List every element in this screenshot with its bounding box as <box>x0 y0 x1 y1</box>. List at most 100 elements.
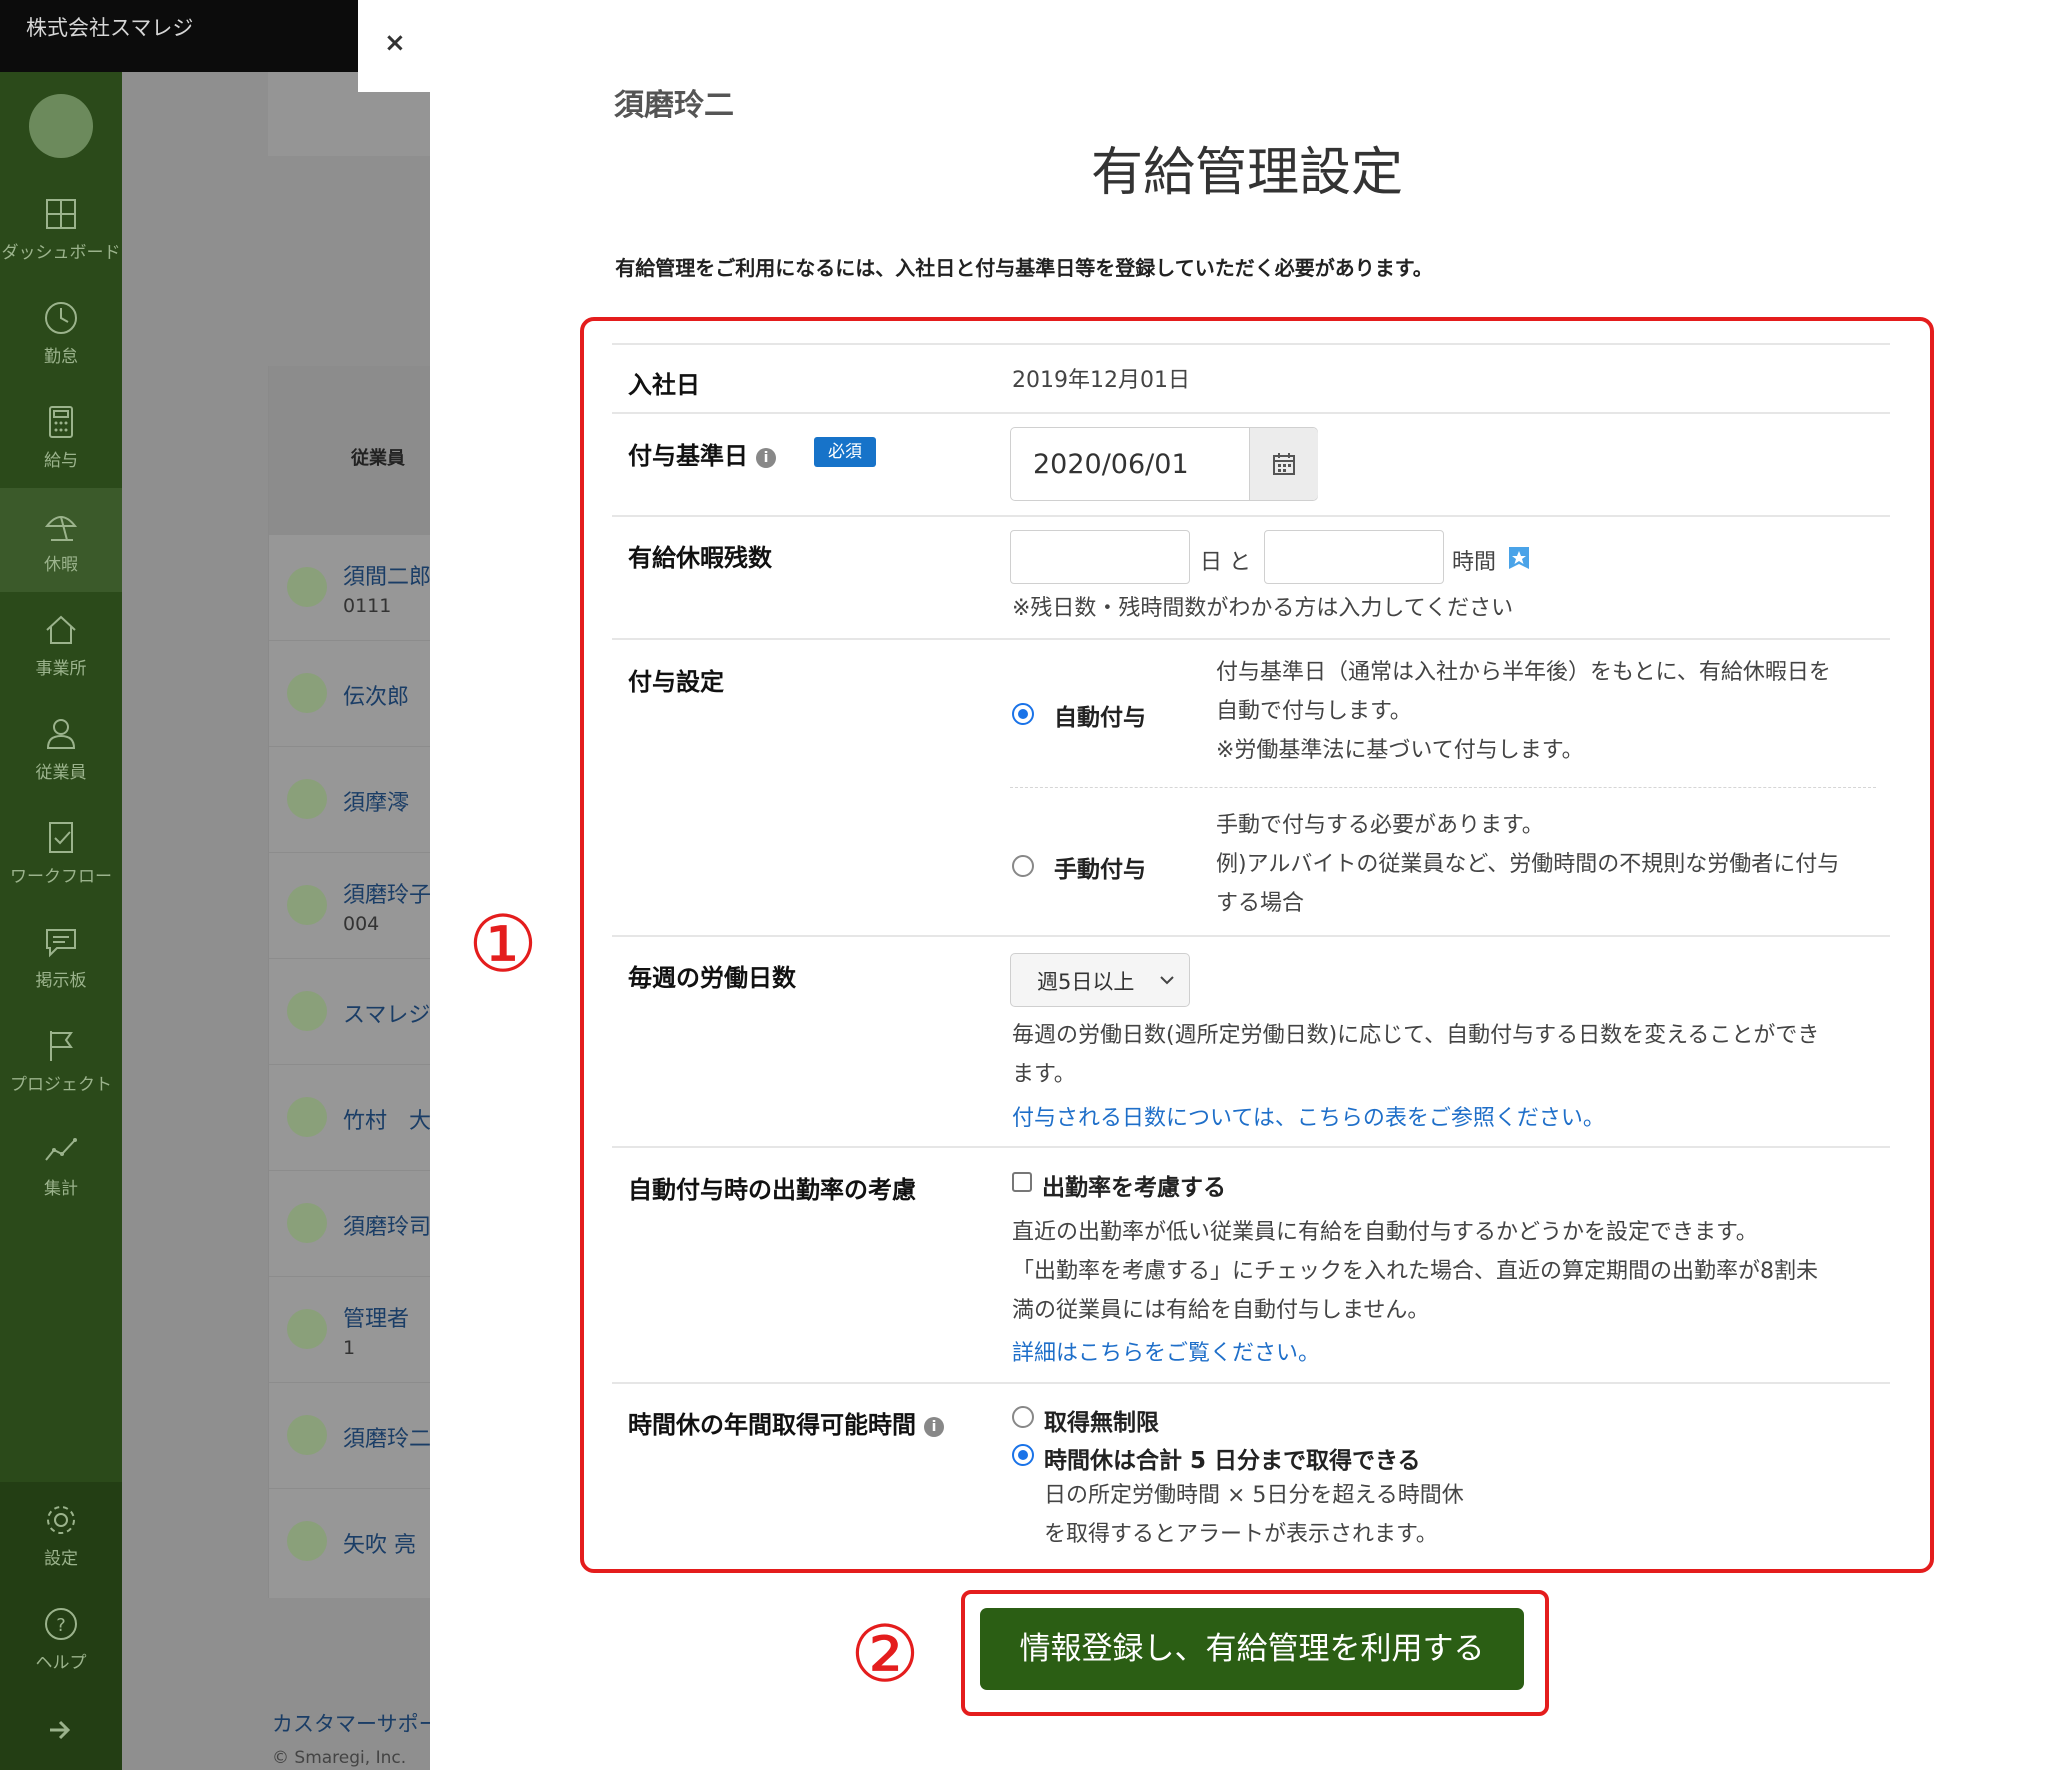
divider <box>612 638 1890 640</box>
employee-code: 004 <box>343 913 380 935</box>
days-unit: 日 と <box>1200 550 1251 575</box>
auto-grant-radio[interactable] <box>1012 703 1034 725</box>
annotation-2: ② <box>850 1610 920 1700</box>
background-page: 従業員 須間二郎 0111 伝次郎 須摩澪 須磨玲子 004 スマレジ 竹村 大 須… <box>122 72 461 1770</box>
sidebar-item-label: ワークフロー <box>10 867 112 887</box>
sidebar-item-office[interactable]: 事業所 <box>0 592 122 696</box>
attendance-rate-label: 自動付与時の出勤率の考慮 <box>628 1176 916 1204</box>
hourly-leave-label: 時間休の年間取得可能時間 i <box>628 1405 944 1440</box>
document-check-icon <box>49 822 73 853</box>
sidebar-item-label: 従業員 <box>35 763 87 783</box>
sidebar-item-leave[interactable]: 休暇 <box>0 488 122 592</box>
info-icon[interactable]: i <box>756 448 776 468</box>
grant-base-date-field <box>1010 427 1318 501</box>
calendar-button[interactable] <box>1249 428 1318 500</box>
table-header: 従業員 <box>269 366 431 534</box>
table-row[interactable]: 竹村 大 <box>269 1064 431 1171</box>
company-name: 株式会社スマレジ <box>26 16 194 40</box>
intro-text: 有給管理をご利用になるには、入社日と付与基準日等を登録していただく必要があります… <box>615 256 1433 280</box>
weekly-days-label: 毎週の労働日数 <box>628 964 796 992</box>
sidebar-item-project[interactable]: プロジェクト <box>0 1008 122 1112</box>
sidebar-item-attendance[interactable]: 勤怠 <box>0 280 122 384</box>
unlimited-radio[interactable] <box>1012 1406 1034 1428</box>
register-and-use-button[interactable]: 情報登録し、有給管理を利用する <box>980 1608 1524 1690</box>
table-row[interactable]: スマレジ <box>269 958 431 1065</box>
divider <box>612 1382 1890 1384</box>
sidebar-item-payroll[interactable]: 給与 <box>0 384 122 488</box>
limited-radio[interactable] <box>1012 1444 1034 1466</box>
info-icon[interactable]: i <box>924 1417 944 1437</box>
flag-icon <box>50 1031 73 1061</box>
sidebar-item-label: 事業所 <box>35 659 87 679</box>
sidebar-item-label: 設定 <box>44 1549 78 1569</box>
remaining-days-input[interactable] <box>1010 530 1190 584</box>
table-row[interactable]: 管理者 1 <box>269 1276 431 1383</box>
unlimited-label[interactable]: 取得無制限 <box>1044 1403 1159 1437</box>
attendance-rate-checkbox[interactable] <box>1012 1172 1032 1192</box>
remaining-note: ※残日数・残時間数がわかる方は入力してください <box>1012 596 1514 621</box>
manual-grant-radio[interactable] <box>1012 855 1034 877</box>
weekly-days-select[interactable]: 週5日以上 <box>1010 953 1190 1007</box>
star-badge-icon[interactable] <box>1508 546 1530 570</box>
sidebar-item-settings[interactable]: 設定 <box>0 1482 122 1586</box>
employee-name: 須磨玲二 <box>614 88 734 123</box>
limited-label[interactable]: 時間休は合計 5 日分まで取得できる <box>1044 1441 1421 1475</box>
option-divider <box>1010 787 1876 788</box>
weekly-days-description: 毎週の労働日数(週所定労働日数)に応じて、自動付与する日数を変えることができ ま… <box>1012 1023 1820 1087</box>
table-row[interactable]: 矢吹 亮 <box>269 1488 431 1595</box>
line-chart-icon <box>45 1138 77 1161</box>
hourly-leave-description: 日の所定労働時間 × 5日分を超える時間休 を取得するとアラートが表示されます。 <box>1044 1483 1464 1547</box>
table-row[interactable]: 須磨玲子 004 <box>269 852 431 959</box>
clock-icon <box>45 302 77 334</box>
sidebar: ダッシュボード 勤怠 給与 休暇 事業所 従業員 ワークフロー 掲示板 プロジェ… <box>0 72 122 1770</box>
table-row[interactable]: 須磨玲司 <box>269 1170 431 1277</box>
table-row[interactable]: 須磨玲二 <box>269 1382 431 1489</box>
close-icon: × <box>384 28 406 58</box>
avatar <box>287 1203 327 1243</box>
chat-icon <box>46 929 76 958</box>
grant-base-date-input[interactable] <box>1011 428 1249 500</box>
employee-code: 0111 <box>343 595 392 617</box>
sidebar-item-workflow[interactable]: ワークフロー <box>0 800 122 904</box>
person-icon <box>46 719 76 749</box>
beach-umbrella-icon <box>44 516 78 541</box>
avatar <box>287 885 327 925</box>
required-badge: 必須 <box>814 437 876 467</box>
table-row[interactable]: 須間二郎 0111 <box>269 534 431 641</box>
sidebar-item-label: 給与 <box>44 451 78 471</box>
calculator-icon <box>49 406 73 438</box>
sidebar-item-employees[interactable]: 従業員 <box>0 696 122 800</box>
auto-grant-label[interactable]: 自動付与 <box>1054 698 1146 732</box>
user-avatar[interactable] <box>29 94 93 158</box>
remaining-hours-input[interactable] <box>1264 530 1444 584</box>
table-row[interactable]: 伝次郎 <box>269 640 431 747</box>
sidebar-item-reports[interactable]: 集計 <box>0 1112 122 1216</box>
help-icon: ? <box>45 1608 77 1640</box>
auto-grant-description: 付与基準日（通常は入社から半年後）をもとに、有給休暇日を 自動で付与します。 ※… <box>1216 660 1831 763</box>
sidebar-item-label: 掲示板 <box>35 971 87 991</box>
remaining-leave-label: 有給休暇残数 <box>628 544 772 572</box>
attendance-rate-checkbox-label[interactable]: 出勤率を考慮する <box>1042 1168 1226 1202</box>
grant-days-table-link[interactable]: 付与される日数については、こちらの表をご参照ください。 <box>1012 1100 1605 1132</box>
chevron-down-icon <box>1160 976 1174 985</box>
highlight-box-form <box>580 317 1934 1573</box>
attendance-details-link[interactable]: 詳細はこちらをご覧ください。 <box>1012 1335 1320 1367</box>
employee-code: 1 <box>343 1337 356 1359</box>
grant-base-date-label: 付与基準日 i <box>628 436 776 471</box>
employee-table: 従業員 須間二郎 0111 伝次郎 須摩澪 須磨玲子 004 スマレジ 竹村 大 須… <box>268 366 431 1598</box>
table-row[interactable]: 須摩澪 <box>269 746 431 853</box>
avatar <box>287 779 327 819</box>
avatar <box>287 1097 327 1137</box>
hire-date-value: 2019年12月01日 <box>1012 368 1190 393</box>
divider <box>612 935 1890 937</box>
divider <box>612 515 1890 517</box>
divider <box>612 412 1890 414</box>
sidebar-item-board[interactable]: 掲示板 <box>0 904 122 1008</box>
sidebar-item-label: ヘルプ <box>35 1653 87 1673</box>
arrow-right-icon[interactable] <box>46 1716 74 1744</box>
divider <box>612 343 1890 345</box>
close-button[interactable]: × <box>358 0 430 92</box>
sidebar-item-help[interactable]: ? ヘルプ <box>0 1586 122 1690</box>
calendar-icon <box>1273 453 1295 475</box>
manual-grant-label[interactable]: 手動付与 <box>1054 850 1146 884</box>
